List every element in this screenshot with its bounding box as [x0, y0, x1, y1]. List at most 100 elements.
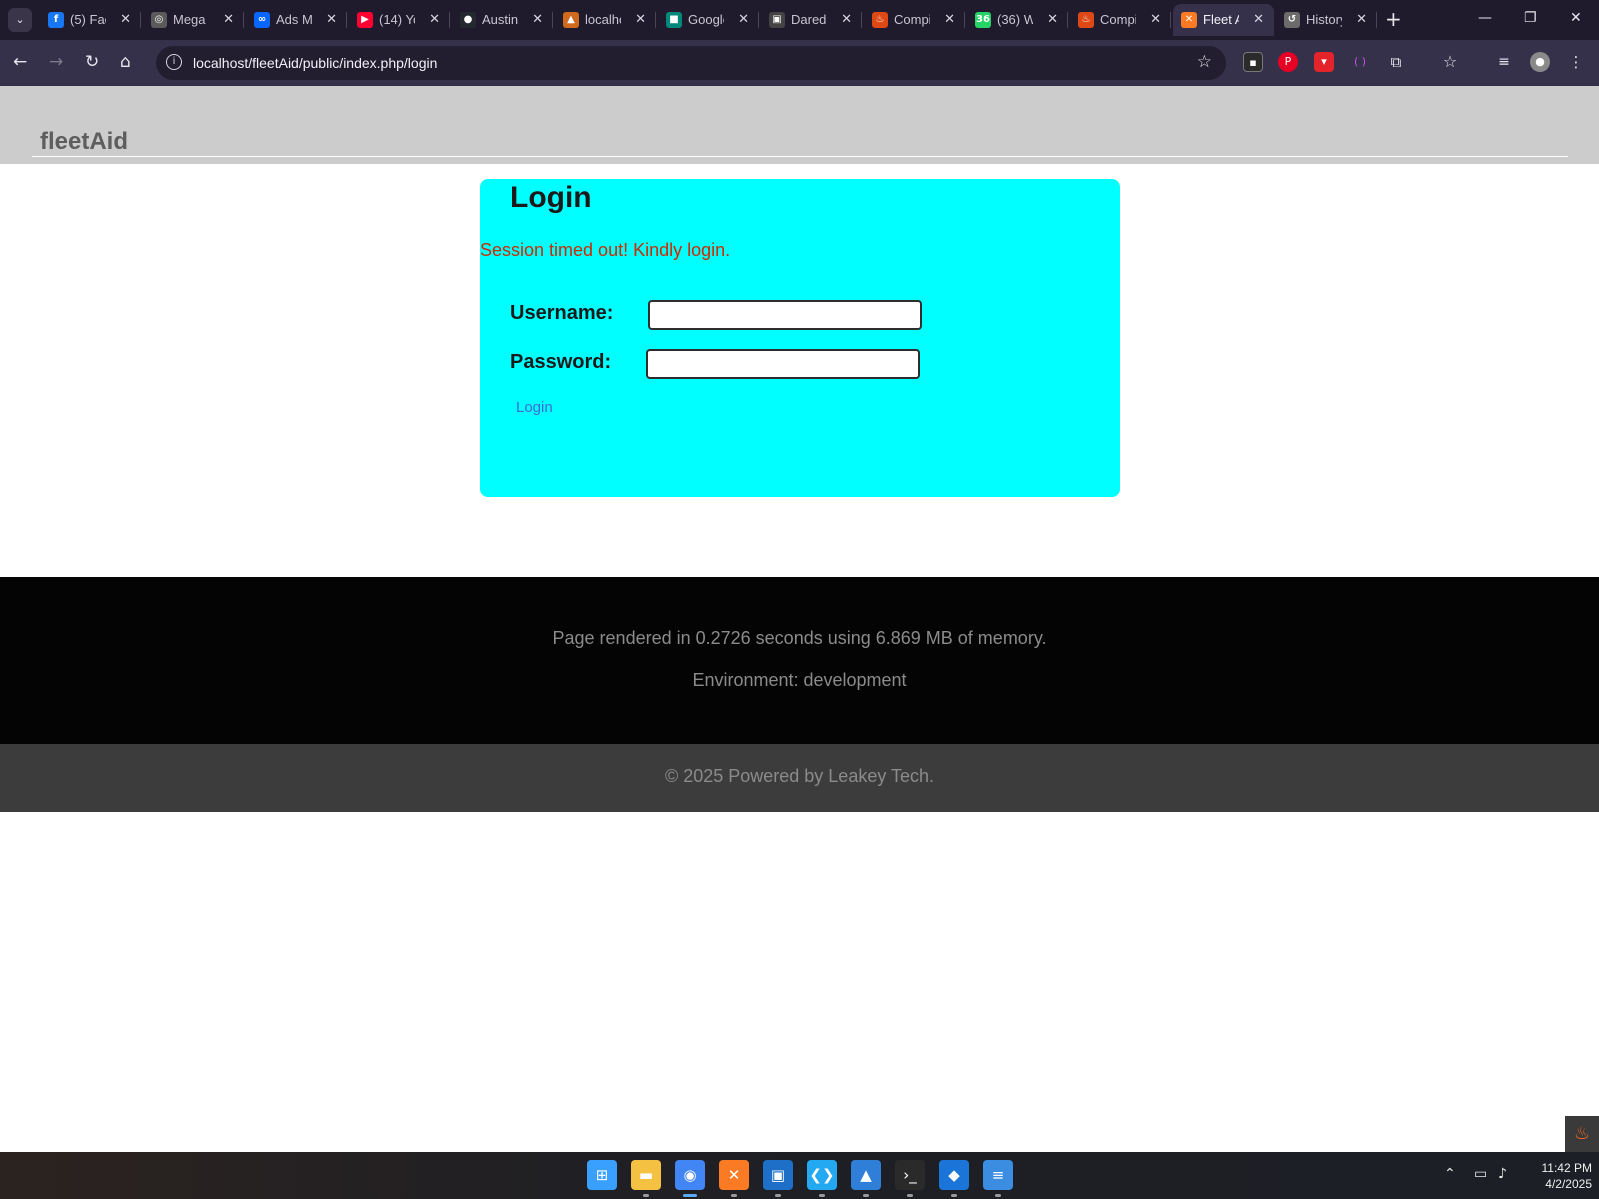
taskbar-running-indicator — [643, 1194, 649, 1197]
browser-tab[interactable]: ▣ Daredevil ✕ — [761, 4, 862, 36]
password-input[interactable] — [646, 349, 920, 379]
browser-tab-title: Compiler — [1100, 12, 1136, 27]
tab-separator — [552, 12, 553, 28]
tab-separator — [758, 12, 759, 28]
tab-close-icon[interactable]: ✕ — [429, 11, 440, 29]
browser-tab[interactable]: ● Austin ✕ — [452, 4, 553, 36]
copyright-text: © 2025 Powered by Leakey Tech. — [664, 766, 935, 786]
xampp-icon[interactable]: ✕ — [719, 1160, 749, 1190]
tab-separator — [964, 12, 965, 28]
extension-brackets-icon[interactable]: ( ) — [1350, 52, 1370, 72]
history-icon: ↺ — [1284, 12, 1300, 28]
chrome-icon[interactable]: ◉ — [675, 1160, 705, 1190]
remote-desktop-icon[interactable]: ▣ — [763, 1160, 793, 1190]
tab-close-icon[interactable]: ✕ — [1356, 11, 1367, 29]
arrow-right-icon: → — [49, 52, 64, 72]
forward-button[interactable]: → — [49, 52, 63, 72]
close-icon: ✕ — [1570, 10, 1582, 26]
address-bar[interactable]: i localhost/fleetAid/public/index.php/lo… — [156, 46, 1226, 80]
tab-close-icon[interactable]: ✕ — [1253, 11, 1264, 29]
back-button[interactable]: ← — [13, 52, 27, 72]
profile-avatar[interactable]: ● — [1530, 52, 1550, 72]
browser-menu-icon[interactable]: ⋮ — [1566, 52, 1586, 72]
terminal-icon[interactable]: ›_ — [895, 1160, 925, 1190]
clock-time: 11:42 PM — [1541, 1161, 1592, 1175]
taskbar-running-indicator — [683, 1194, 697, 1197]
bookmarks-icon[interactable]: ☆ — [1440, 52, 1460, 72]
tab-close-icon[interactable]: ✕ — [223, 11, 234, 29]
browser-tab[interactable]: ♨ Compiler ✕ — [864, 4, 965, 36]
tab-close-icon[interactable]: ✕ — [1047, 11, 1058, 29]
tab-close-icon[interactable]: ✕ — [120, 11, 131, 29]
site-brand[interactable]: fleetAid — [40, 128, 128, 156]
home-button[interactable]: ⌂ — [120, 52, 131, 72]
tab-close-icon[interactable]: ✕ — [326, 11, 337, 29]
mega-icon: ◎ — [151, 12, 167, 28]
reload-button[interactable]: ↻ — [85, 52, 99, 72]
defender-icon[interactable]: ◆ — [939, 1160, 969, 1190]
login-submit-link[interactable]: Login — [516, 399, 553, 416]
volume-icon[interactable]: ♪ — [1498, 1166, 1507, 1182]
browser-tab[interactable]: ✕ Fleet Aid ✕ — [1173, 4, 1274, 36]
browser-tab-title: Fleet Aid — [1203, 12, 1239, 27]
taskbar-running-indicator — [951, 1194, 957, 1197]
restore-button[interactable]: ❐ — [1524, 10, 1537, 26]
close-window-button[interactable]: ✕ — [1570, 10, 1582, 26]
browser-tab[interactable]: ♨ Compiler ✕ — [1070, 4, 1171, 36]
browser-tab[interactable]: 36 (36) WhatsApp ✕ — [967, 4, 1068, 36]
tab-search-button[interactable]: ⌄ — [8, 8, 32, 32]
extension-notion-icon[interactable]: ▪ — [1243, 52, 1263, 72]
browser-tab[interactable]: ▶ (14) YouTube ✕ — [349, 4, 450, 36]
username-label: Username: — [510, 302, 614, 324]
tab-close-icon[interactable]: ✕ — [1150, 11, 1161, 29]
vscode-icon[interactable]: ❮❯ — [807, 1160, 837, 1190]
meta-icon: ∞ — [254, 12, 270, 28]
home-icon: ⌂ — [120, 52, 131, 72]
clock-date: 4/2/2025 — [1545, 1177, 1592, 1191]
restore-icon: ❐ — [1524, 10, 1537, 26]
browser-tab[interactable]: ■ Google Meet ✕ — [658, 4, 759, 36]
browser-tab-title: localhost — [585, 12, 621, 27]
copyright-footer: © 2025 Powered by Leakey Tech. — [0, 744, 1599, 812]
username-input[interactable] — [648, 300, 922, 330]
notepad-icon[interactable]: ≡ — [983, 1160, 1013, 1190]
browser-tab[interactable]: ◎ Mega ✕ — [143, 4, 244, 36]
codeigniter-debug-toolbar-icon[interactable]: ♨ — [1565, 1116, 1599, 1152]
tab-close-icon[interactable]: ✕ — [841, 11, 852, 29]
windows-start-icon[interactable]: ⊞ — [587, 1160, 617, 1190]
taskbar-running-indicator — [775, 1194, 781, 1197]
new-tab-button[interactable]: + — [1385, 9, 1402, 29]
browser-tab[interactable]: f (5) Facebook ✕ — [40, 4, 141, 36]
tab-separator — [243, 12, 244, 28]
tab-close-icon[interactable]: ✕ — [944, 11, 955, 29]
extensions-puzzle-icon[interactable]: ⧉ — [1386, 52, 1406, 72]
browser-tab[interactable]: ↺ History ✕ — [1276, 4, 1377, 36]
tab-close-icon[interactable]: ✕ — [738, 11, 749, 29]
tab-separator — [1376, 12, 1377, 28]
pocket-extension-icon[interactable]: ▾ — [1314, 52, 1334, 72]
minimize-button[interactable]: — — [1478, 10, 1492, 26]
site-info-icon[interactable]: i — [166, 54, 182, 70]
taskbar-running-indicator — [863, 1194, 869, 1197]
google-meet-icon: ■ — [666, 12, 682, 28]
arrow-left-icon: ← — [13, 52, 28, 72]
tab-close-icon[interactable]: ✕ — [532, 11, 543, 29]
browser-tab[interactable]: ∞ Ads Manager ✕ — [246, 4, 347, 36]
tab-separator — [346, 12, 347, 28]
browser-tab-title: Google Meet — [688, 12, 724, 27]
browser-tab[interactable]: ▲ localhost ✕ — [555, 4, 656, 36]
show-hidden-icons-chevron-icon[interactable]: ⌃ — [1444, 1166, 1456, 1182]
minimize-icon: — — [1478, 10, 1492, 26]
file-explorer-icon[interactable]: ▬ — [631, 1160, 661, 1190]
tab-close-icon[interactable]: ✕ — [635, 11, 646, 29]
bookmark-star-icon[interactable]: ☆ — [1197, 52, 1212, 72]
taskbar-clock[interactable]: 11:42 PM 4/2/2025 — [1530, 1160, 1592, 1192]
tab-separator — [1170, 12, 1171, 28]
photos-icon[interactable]: ▲ — [851, 1160, 881, 1190]
browser-tab-title: Ads Manager — [276, 12, 312, 27]
browser-tab-title: History — [1306, 12, 1342, 27]
media-controls-icon[interactable]: ≡ — [1494, 52, 1514, 72]
address-bar-url[interactable]: localhost/fleetAid/public/index.php/logi… — [193, 54, 437, 72]
network-icon[interactable]: ▭ — [1474, 1166, 1487, 1182]
pinterest-extension-icon[interactable]: P — [1278, 52, 1298, 72]
